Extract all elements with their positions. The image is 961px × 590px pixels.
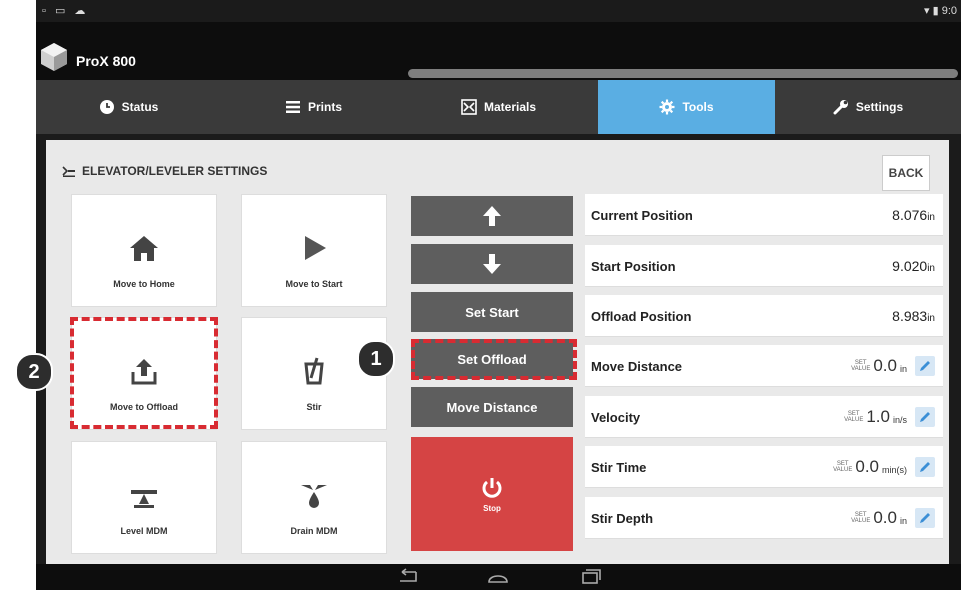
play-icon xyxy=(305,236,326,260)
tab-bar: Status Prints Materials Tools Settings xyxy=(36,80,961,134)
tab-label: Status xyxy=(121,100,159,114)
power-icon xyxy=(482,477,502,498)
callout-marker-1: 1 xyxy=(357,340,395,378)
system-status-bar: ▫ ▭ ☁ ▾ ▮ 9:0 xyxy=(36,0,961,22)
tab-label: Prints xyxy=(307,100,342,114)
notification-icons: ▫ ▭ ☁ xyxy=(42,5,89,17)
wrench-icon xyxy=(833,100,848,115)
tile-label: Stir xyxy=(306,402,322,412)
tab-label: Materials xyxy=(483,100,537,114)
set-value-caption: SET VALUE xyxy=(844,411,864,423)
app-title: ProX 800 xyxy=(76,53,136,69)
tile-label: Drain MDM xyxy=(290,526,338,536)
tab-label: Settings xyxy=(855,100,904,114)
back-button[interactable]: BACK xyxy=(882,155,930,191)
edit-stir-time-button[interactable] xyxy=(915,457,935,477)
tile-label: Move to Start xyxy=(285,279,343,289)
arrow-down-icon xyxy=(483,254,501,274)
callout-marker-2: 2 xyxy=(15,353,53,391)
battery-icon: ▮ xyxy=(932,5,939,17)
elevator-down-button[interactable] xyxy=(411,244,573,284)
logo-icon xyxy=(41,43,67,71)
move-to-start-button[interactable]: Move to Start xyxy=(241,194,387,307)
pencil-icon xyxy=(920,462,930,472)
move-distance-row[interactable]: Move Distance SET VALUE 0.0 in xyxy=(585,345,943,387)
move-distance-button[interactable]: Move Distance xyxy=(411,387,573,427)
tile-label: Level MDM xyxy=(120,526,168,536)
callout-highlight-set-offload xyxy=(411,339,577,380)
tab-prints[interactable]: Prints xyxy=(221,80,406,134)
row-label: Start Position xyxy=(591,259,676,274)
arrow-up-icon xyxy=(483,206,501,226)
home-icon xyxy=(130,236,158,261)
tab-status[interactable]: Status xyxy=(36,80,221,134)
drain-icon xyxy=(301,485,327,508)
set-value-caption: SET VALUE xyxy=(833,461,853,473)
elevator-up-button[interactable] xyxy=(411,196,573,236)
clock: ▾ ▮ 9:0 xyxy=(923,5,957,17)
panel-header: ELEVATOR/LEVELER SETTINGS xyxy=(62,164,267,178)
row-value: 8.983in xyxy=(892,308,935,324)
recents-nav-icon[interactable] xyxy=(577,568,603,586)
wifi-icon: ▾ xyxy=(923,5,930,17)
edit-stir-depth-button[interactable] xyxy=(915,508,935,528)
set-value: SET VALUE 0.0 in xyxy=(851,508,907,527)
system-nav-bar xyxy=(36,564,961,590)
row-label: Move Distance xyxy=(591,359,683,374)
stir-time-row[interactable]: Stir Time SET VALUE 0.0 min(s) xyxy=(585,446,943,488)
level-mdm-button[interactable]: Level MDM xyxy=(71,441,217,554)
edit-velocity-button[interactable] xyxy=(915,407,935,427)
stir-depth-row[interactable]: Stir Depth SET VALUE 0.0 in xyxy=(585,497,943,539)
elevator-icon xyxy=(62,166,75,177)
tile-label: Move to Home xyxy=(113,279,175,289)
row-value: 8.076in xyxy=(892,207,935,223)
row-label: Current Position xyxy=(591,208,693,223)
pencil-icon xyxy=(920,513,930,523)
stop-button[interactable]: Stop xyxy=(411,437,573,551)
app-bar: ProX 800 xyxy=(36,22,961,80)
progress-bar xyxy=(408,69,958,78)
set-value: SET VALUE 0.0 min(s) xyxy=(833,457,907,476)
level-icon xyxy=(131,490,157,508)
tablet-screen: ▫ ▭ ☁ ▾ ▮ 9:0 ProX 800 Status Prints Mat… xyxy=(36,0,961,590)
set-value: SET VALUE 1.0 in/s xyxy=(844,407,907,426)
current-position-row: Current Position 8.076in xyxy=(585,194,943,236)
velocity-row[interactable]: Velocity SET VALUE 1.0 in/s xyxy=(585,396,943,438)
pencil-icon xyxy=(920,412,930,422)
stir-icon xyxy=(304,357,324,385)
start-position-row: Start Position 9.020in xyxy=(585,245,943,287)
back-nav-icon[interactable] xyxy=(394,568,420,586)
callout-highlight-offload-tile xyxy=(70,317,218,429)
stop-label: Stop xyxy=(483,503,501,513)
row-label: Velocity xyxy=(591,410,641,425)
page-title: ELEVATOR/LEVELER SETTINGS xyxy=(82,164,268,178)
row-value: 9.020in xyxy=(892,258,935,274)
list-icon xyxy=(285,101,300,113)
set-value-caption: SET VALUE xyxy=(851,360,871,372)
row-label: Stir Time xyxy=(591,460,647,475)
offload-position-row: Offload Position 8.983in xyxy=(585,295,943,337)
drain-mdm-button[interactable]: Drain MDM xyxy=(241,441,387,554)
gear-icon xyxy=(659,99,675,115)
move-to-home-button[interactable]: Move to Home xyxy=(71,194,217,307)
materials-icon xyxy=(461,99,477,115)
pencil-icon xyxy=(920,361,930,371)
tab-tools[interactable]: Tools xyxy=(598,80,775,134)
set-value-caption: SET VALUE xyxy=(851,512,871,524)
clock-icon xyxy=(99,100,114,114)
set-start-button[interactable]: Set Start xyxy=(411,292,573,332)
row-label: Offload Position xyxy=(591,309,692,324)
edit-move-distance-button[interactable] xyxy=(915,356,935,376)
home-nav-icon[interactable] xyxy=(485,568,511,586)
tab-label: Tools xyxy=(682,100,714,114)
tab-settings[interactable]: Settings xyxy=(775,80,961,134)
row-label: Stir Depth xyxy=(591,511,654,526)
tab-materials[interactable]: Materials xyxy=(406,80,591,134)
set-value: SET VALUE 0.0 in xyxy=(851,356,907,375)
